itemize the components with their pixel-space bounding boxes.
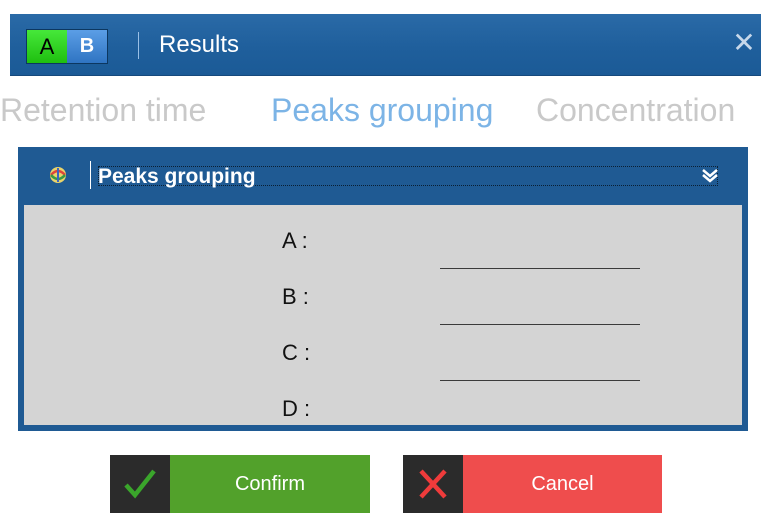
field-input-d[interactable] xyxy=(440,385,640,425)
confirm-button[interactable]: Confirm xyxy=(110,455,370,513)
x-icon xyxy=(419,469,447,499)
peaks-grouping-panel: Peaks grouping A : B : C : D : xyxy=(18,147,748,431)
close-icon[interactable]: ✕ xyxy=(729,28,759,58)
badge-b: B xyxy=(67,30,107,63)
title-separator xyxy=(138,32,139,59)
field-label-d: D : xyxy=(282,396,311,421)
tab-peaks-grouping[interactable]: Peaks grouping xyxy=(271,90,493,130)
ab-badge: A B xyxy=(26,29,108,64)
field-row-c: C : xyxy=(24,329,742,385)
window-title: Results xyxy=(159,31,240,58)
field-input-b[interactable] xyxy=(440,273,640,325)
badge-a: A xyxy=(27,30,67,63)
cancel-icon-box xyxy=(403,455,463,513)
field-input-c[interactable] xyxy=(440,329,640,381)
header-separator xyxy=(90,161,91,189)
panel-body: A : B : C : D : xyxy=(24,205,742,425)
field-row-b: B : xyxy=(24,273,742,329)
field-row-d: D : xyxy=(24,385,742,425)
field-label-a: A : xyxy=(282,228,308,253)
tab-retention-time[interactable]: Retention time xyxy=(0,90,206,130)
cancel-label: Cancel xyxy=(463,455,662,513)
results-window: A B Results ✕ Retention time Peaks group… xyxy=(0,0,761,516)
panel-header[interactable]: Peaks grouping xyxy=(18,147,748,203)
field-row-a: A : xyxy=(24,217,742,273)
field-input-a[interactable] xyxy=(440,217,640,269)
chromatography-icon xyxy=(50,167,66,183)
cancel-button[interactable]: Cancel xyxy=(403,455,662,513)
confirm-label: Confirm xyxy=(170,455,370,513)
checkmark-icon xyxy=(124,469,156,499)
field-label-b: B : xyxy=(282,284,309,309)
title-bar: A B Results ✕ xyxy=(10,14,761,76)
field-label-c: C : xyxy=(282,340,311,365)
tab-bar: Retention time Peaks grouping Concentrat… xyxy=(0,86,761,134)
confirm-icon-box xyxy=(110,455,170,513)
tab-concentration[interactable]: Concentration xyxy=(536,90,735,130)
panel-title: Peaks grouping xyxy=(98,165,256,188)
chevron-down-icon[interactable] xyxy=(699,164,721,186)
